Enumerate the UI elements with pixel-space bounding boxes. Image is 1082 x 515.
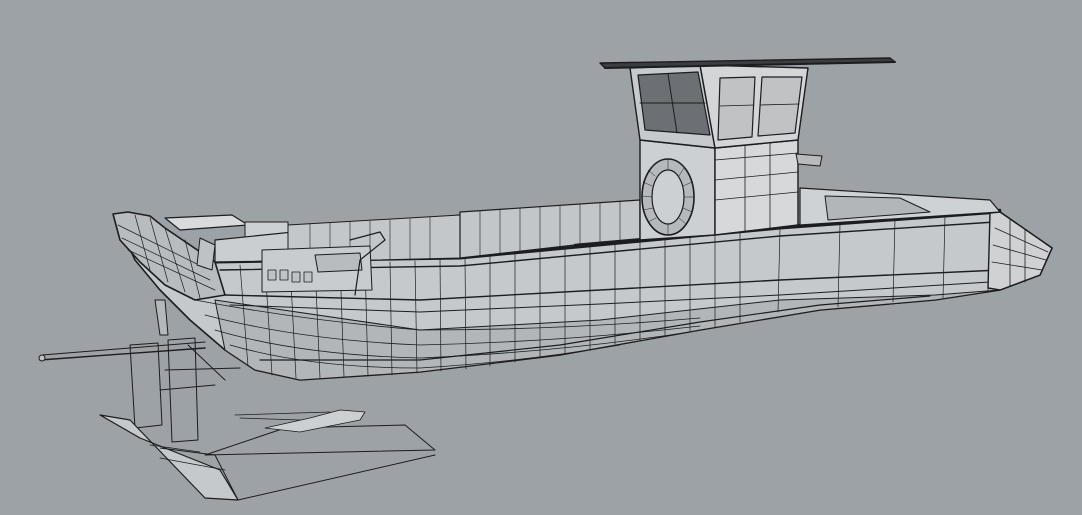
life-ring	[641, 158, 695, 236]
stern-deck-box	[165, 215, 248, 230]
front-window-left	[718, 77, 755, 140]
stern-arm	[197, 238, 215, 270]
front-window-right	[758, 77, 802, 136]
trim-plate	[205, 425, 435, 455]
modeling-viewport[interactable]	[0, 0, 1082, 515]
bow-block	[988, 212, 1052, 290]
boat-wireframe-model[interactable]	[0, 0, 1082, 515]
bridge-control-box	[796, 154, 822, 166]
lower-plate	[100, 415, 238, 500]
deck-equipment-1	[315, 253, 362, 272]
